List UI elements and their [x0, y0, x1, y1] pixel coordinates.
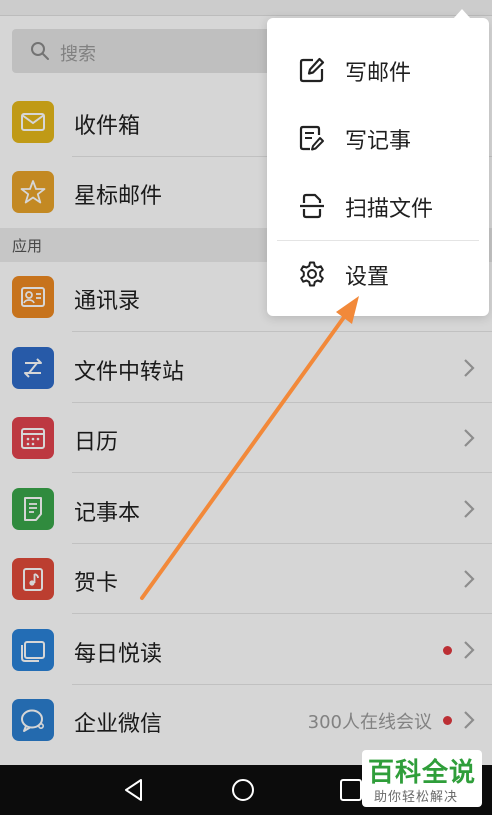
settings-gear-icon	[300, 261, 324, 287]
watermark-subtitle: 助你轻松解决	[374, 790, 459, 805]
menu-item-write-note[interactable]: 写记事	[267, 104, 489, 172]
watermark-title: 百科全说	[368, 758, 477, 788]
scan-document-icon	[300, 193, 324, 219]
back-icon[interactable]	[121, 777, 147, 803]
watermark-logo: 百科全说 助你轻松解决	[362, 750, 482, 807]
menu-item-label: 扫描文件	[345, 197, 434, 222]
menu-item-settings[interactable]: 设置	[267, 240, 489, 308]
write-note-icon	[299, 125, 324, 151]
recents-icon[interactable]	[338, 777, 364, 803]
compose-icon	[299, 57, 325, 83]
menu-item-label: 设置	[345, 265, 390, 290]
menu-item-compose[interactable]: 写邮件	[267, 36, 489, 104]
menu-caret	[453, 9, 471, 19]
menu-item-label: 写邮件	[345, 61, 412, 86]
menu-item-label: 写记事	[345, 129, 412, 154]
menu-item-scan-document[interactable]: 扫描文件	[267, 172, 489, 240]
popup-menu: 写邮件 写记事 扫描文件 设置	[267, 9, 489, 316]
home-icon[interactable]	[230, 777, 256, 803]
